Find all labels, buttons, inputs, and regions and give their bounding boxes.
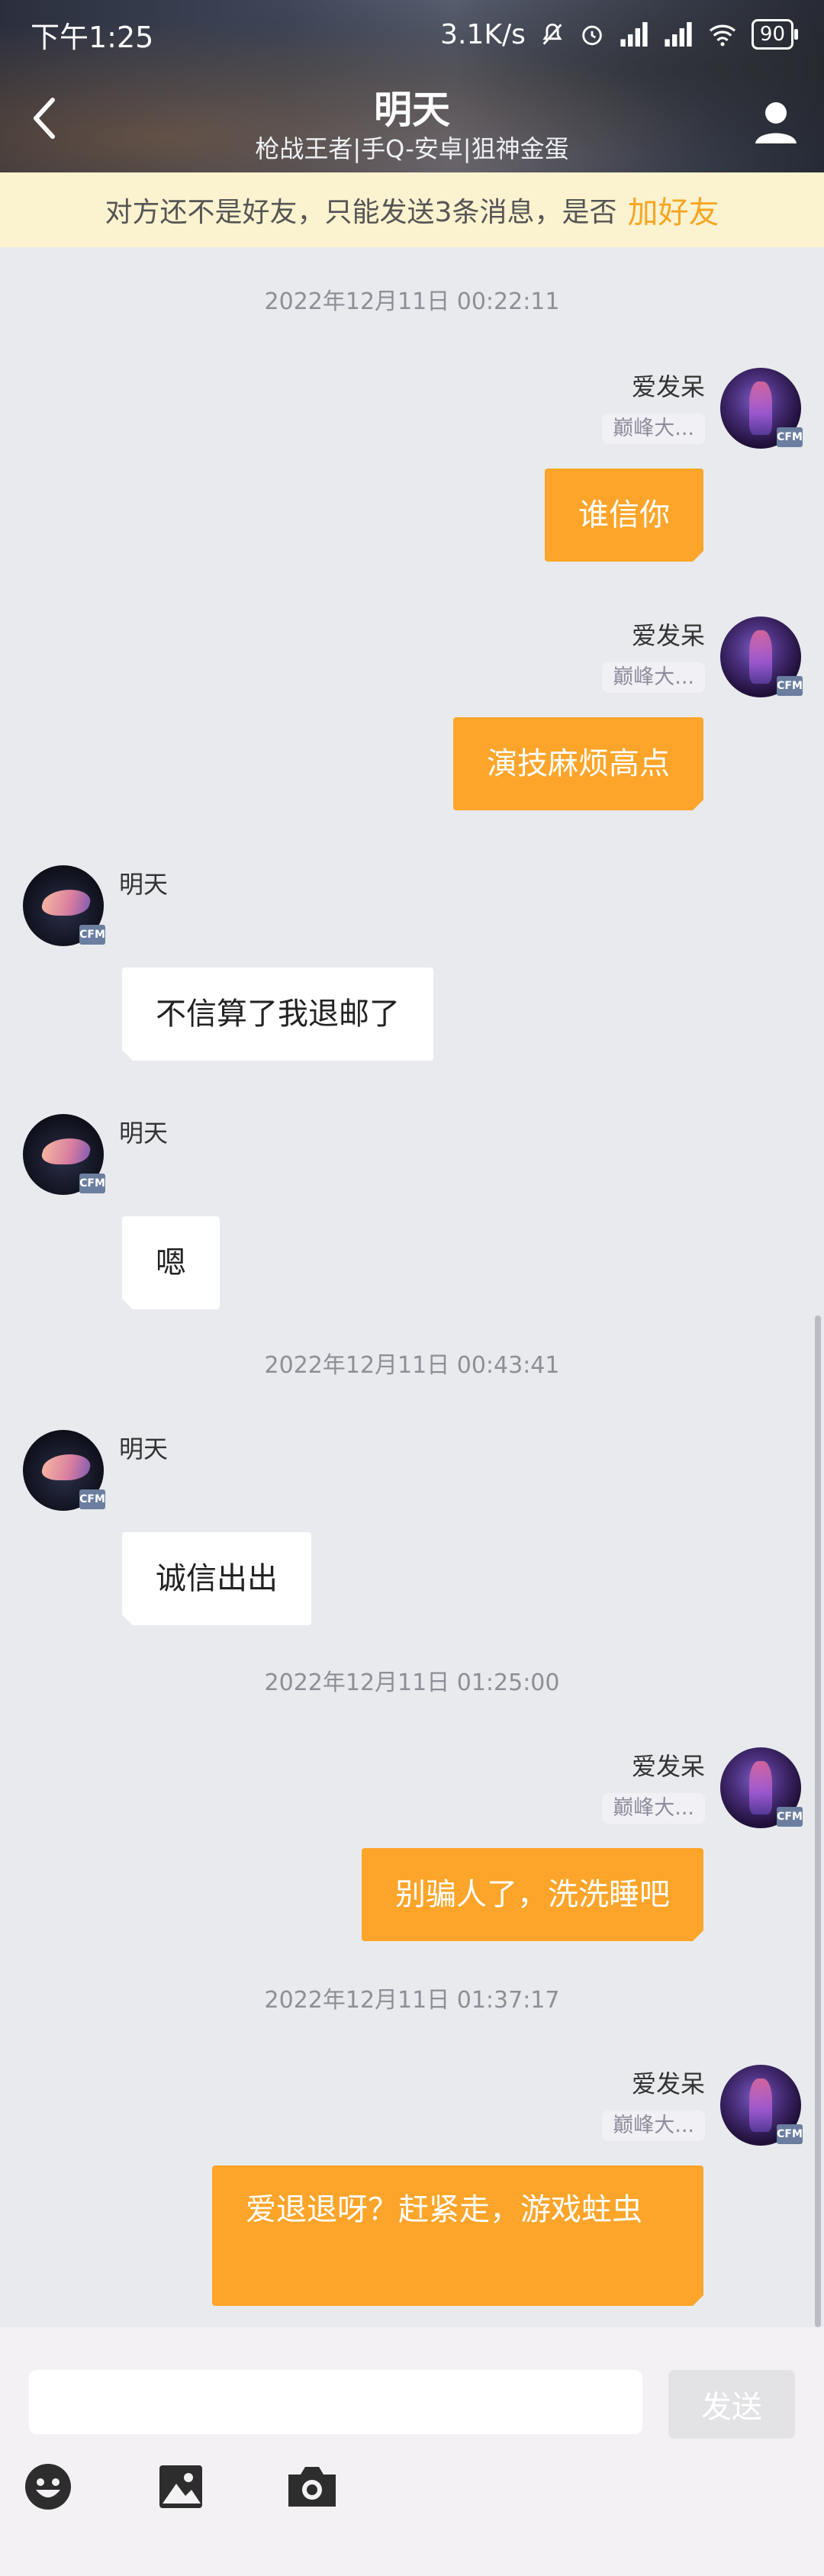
chat-header: 下午1:25 3.1K/s 90 明天 枪战王者|手Q-安卓|狙神金蛋 — [0, 0, 824, 172]
message-bubble-me[interactable]: 演技麻烦高点 — [453, 717, 703, 810]
wifi-icon — [709, 24, 735, 47]
sender-name: 明天 — [119, 1435, 169, 1463]
cfm-badge: CFM — [79, 1174, 105, 1193]
message-bubble-me[interactable]: 谁信你 — [545, 469, 703, 562]
friend-notice-text: 对方还不是好友，只能发送3条消息，是否 — [105, 197, 617, 228]
message-bubble-me[interactable]: 别骗人了，洗洗睡吧 — [362, 1848, 703, 1941]
message-bubble-me[interactable]: 爱退退呀？赶紧走，游戏蛀虫 — [212, 2165, 703, 2306]
friend-notice-banner: 对方还不是好友，只能发送3条消息，是否 加好友 — [0, 172, 824, 247]
signal-2-icon — [665, 22, 692, 47]
mute-icon — [542, 23, 562, 45]
cfm-badge: CFM — [777, 427, 803, 447]
emoji-icon[interactable] — [21, 2460, 75, 2513]
rank-tag: 巅峰大... — [602, 414, 705, 444]
cfm-badge: CFM — [79, 1489, 105, 1509]
battery-indicator: 90 — [751, 19, 799, 50]
image-icon[interactable] — [154, 2460, 208, 2513]
message-bubble-other[interactable]: 嗯 — [122, 1216, 220, 1309]
timestamp: 2022年12月11日 01:37:17 — [264, 1987, 560, 2014]
cfm-badge: CFM — [79, 925, 105, 945]
cfm-badge: CFM — [777, 676, 803, 696]
status-time: 下午1:25 — [31, 20, 154, 54]
input-area: 发送 — [0, 2327, 824, 2576]
status-bar: 下午1:25 3.1K/s 90 — [0, 0, 824, 69]
chat-subtitle: 枪战王者|手Q-安卓|狙神金蛋 — [255, 134, 569, 163]
rank-tag: 巅峰大... — [602, 2111, 705, 2141]
sender-name: 爱发呆 — [631, 372, 705, 401]
timestamp: 2022年12月11日 00:22:11 — [264, 288, 560, 315]
network-speed: 3.1K/s — [440, 18, 526, 50]
message-bubble-other[interactable]: 诚信出出 — [122, 1532, 311, 1625]
add-friend-link[interactable]: 加好友 — [627, 188, 719, 232]
rank-tag: 巅峰大... — [602, 662, 705, 693]
camera-icon[interactable] — [285, 2460, 339, 2513]
sender-name: 明天 — [119, 870, 169, 899]
status-indicators: 3.1K/s 90 — [440, 18, 799, 50]
send-button[interactable]: 发送 — [668, 2370, 795, 2439]
timestamp: 2022年12月11日 01:25:00 — [264, 1670, 560, 1696]
signal-icon — [620, 22, 648, 47]
profile-icon[interactable] — [749, 96, 803, 150]
sender-name: 爱发呆 — [631, 1752, 705, 1781]
cfm-badge: CFM — [777, 1807, 803, 1827]
timestamp: 2022年12月11日 00:43:41 — [264, 1352, 560, 1379]
cfm-badge: CFM — [777, 2124, 803, 2144]
sender-name: 爱发呆 — [631, 621, 705, 650]
chat-title: 明天 — [374, 88, 450, 132]
rank-tag: 巅峰大... — [602, 1793, 705, 1824]
chat-scrollbar[interactable] — [815, 1315, 821, 2327]
chat-message-list[interactable]: 2022年12月11日 00:22:11 CFM 爱发呆 巅峰大... 谁信你 … — [0, 247, 824, 2327]
message-input[interactable] — [29, 2370, 642, 2434]
sender-name: 爱发呆 — [631, 2069, 705, 2098]
message-bubble-other[interactable]: 不信算了我退邮了 — [122, 968, 433, 1061]
alarm-icon — [582, 25, 602, 46]
sender-name: 明天 — [119, 1119, 169, 1148]
